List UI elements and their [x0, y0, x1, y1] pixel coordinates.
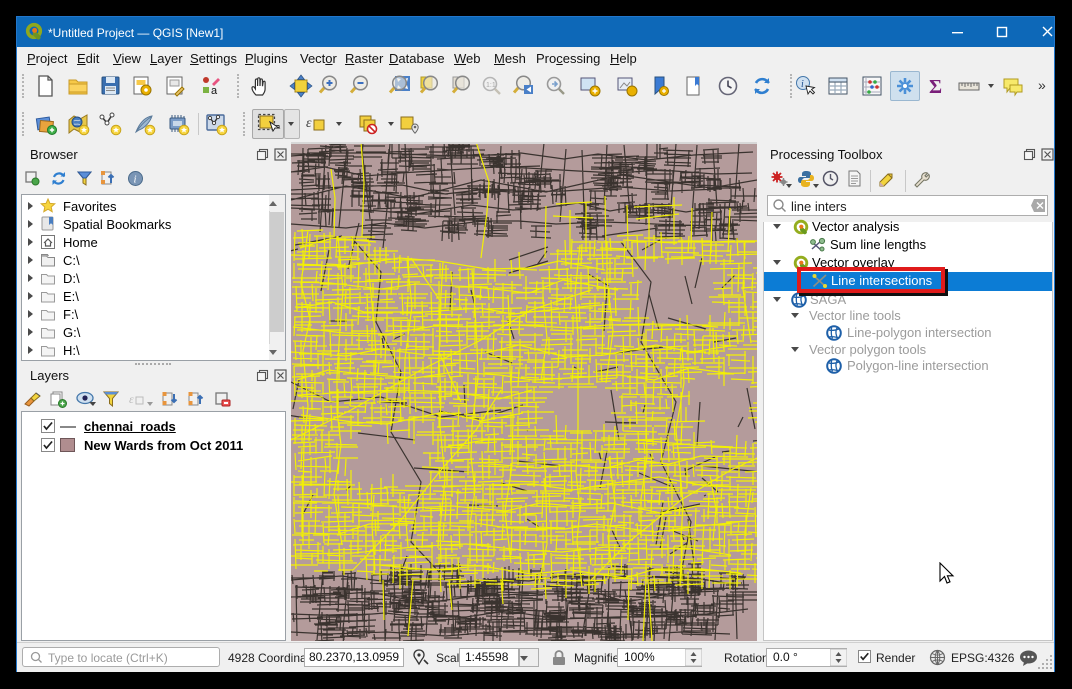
svg-text:Σ: Σ — [929, 76, 942, 98]
svg-text:ε: ε — [306, 116, 312, 131]
svg-text:i: i — [801, 79, 804, 90]
svg-text:i: i — [134, 174, 137, 186]
svg-text:ε: ε — [129, 392, 134, 406]
svg-text:a: a — [211, 85, 218, 97]
svg-text:1:1: 1:1 — [486, 82, 496, 89]
